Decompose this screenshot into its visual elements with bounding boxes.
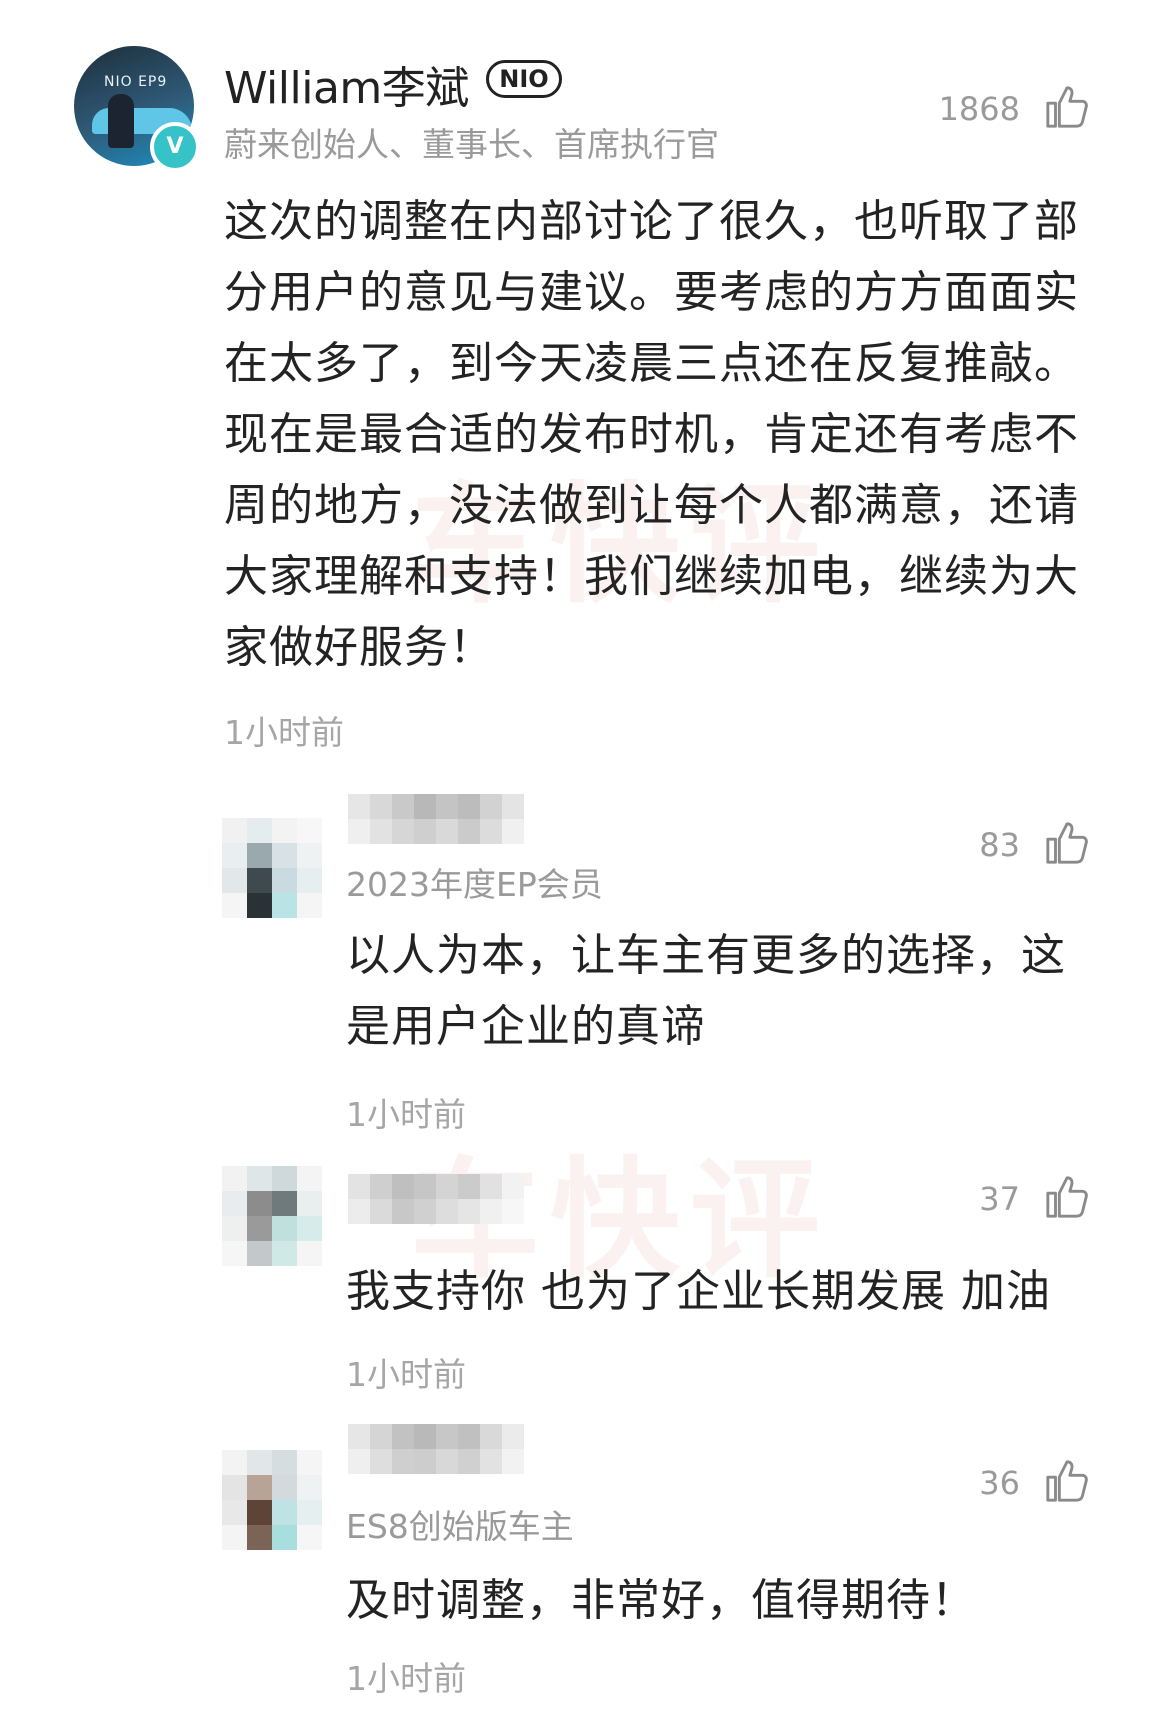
avatar-blurred[interactable] — [222, 818, 322, 918]
author-name[interactable]: William李斌 — [224, 52, 469, 116]
verified-badge-icon: V — [150, 122, 200, 172]
thumbs-up-icon[interactable] — [1044, 1458, 1090, 1504]
thumbs-up-icon[interactable] — [1044, 1174, 1090, 1220]
reply-subtitle: ES8创始版车主 — [346, 1507, 574, 1546]
avatar-person-image — [108, 94, 134, 148]
like-count: 1868 — [938, 90, 1020, 128]
reply-time: 1小时前 — [346, 1659, 466, 1698]
reply-subtitle: 2023年度EP会员 — [346, 865, 603, 904]
comment-time: 1小时前 — [224, 713, 344, 752]
avatar-blurred[interactable] — [222, 1166, 322, 1266]
reply-time: 1小时前 — [346, 1355, 466, 1394]
username-blurred[interactable] — [348, 1174, 524, 1224]
like-count: 83 — [979, 826, 1020, 864]
avatar-blurred[interactable] — [222, 1450, 322, 1550]
like-count: 36 — [979, 1464, 1020, 1502]
reply-text: 及时调整，非常好，值得期待！ — [346, 1575, 976, 1626]
author-title: 蔚来创始人、董事长、首席执行官 — [224, 125, 719, 164]
avatar-brand-text: NIO EP9 — [104, 74, 168, 90]
reply-text: 我支持你 也为了企业长期发展 加油 — [346, 1266, 1051, 1317]
thumbs-up-icon[interactable] — [1044, 820, 1090, 866]
username-blurred[interactable] — [348, 794, 524, 844]
nio-badge: NIO — [486, 60, 562, 98]
comment-text: 这次的调整在内部讨论了很久，也听取了部分用户的意见与建议。要考虑的方方面面实在太… — [224, 196, 1079, 673]
thumbs-up-icon[interactable] — [1044, 84, 1090, 130]
like-count: 37 — [979, 1180, 1020, 1218]
reply-time: 1小时前 — [346, 1095, 466, 1134]
reply-text: 以人为本，让车主有更多的选择，这是用户企业的真谛 — [346, 930, 1066, 1052]
username-blurred[interactable] — [348, 1424, 524, 1474]
